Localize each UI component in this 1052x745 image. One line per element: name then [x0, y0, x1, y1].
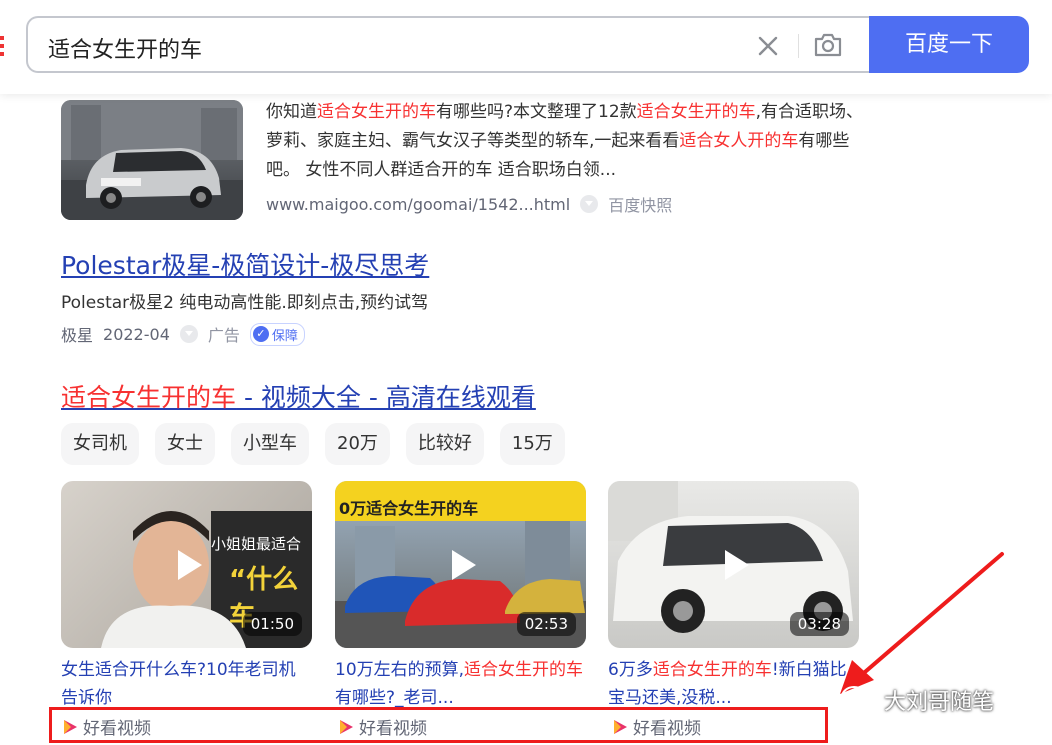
video-duration: 01:50 — [242, 612, 302, 636]
ad-source: 极星 — [61, 326, 94, 345]
tag-chip[interactable]: 15万 — [499, 423, 565, 465]
snippet-text: 你知道 — [266, 102, 317, 122]
divider — [798, 34, 799, 58]
watermark-text: 大刘哥随笔 — [884, 690, 995, 715]
video-section-title[interactable]: 适合女生开的车 - 视频大全 - 高清在线观看 — [61, 378, 536, 414]
result-url[interactable]: www.maigoo.com/goomai/1542...html — [266, 195, 570, 214]
watermark: 大刘哥随笔 — [840, 684, 994, 716]
video-title-highlight: 适合女生开的车 — [61, 383, 237, 412]
tag-chip[interactable]: 比较好 — [405, 423, 484, 465]
ad-meta: 极星 2022-04 广告 ✓ 保障 — [61, 322, 305, 346]
video-caption[interactable]: 6万多适合女生开的车!新白猫比宝马还美,没税... — [608, 656, 859, 712]
caption-highlight: 适合女生开的车 — [464, 660, 584, 680]
ad-label: 广告 — [207, 326, 240, 345]
video-card[interactable]: 小姐姐最适合 “什么车 01:50 女生适合开什么车?10年老司机告诉你 — [61, 481, 312, 712]
dropdown-icon[interactable] — [179, 325, 198, 343]
ad-title-link[interactable]: Polestar极星-极简设计-极尽思考 — [61, 246, 429, 282]
caption-text: 女生适合开什么车?10年老司机告诉你 — [61, 660, 296, 708]
search-input[interactable]: 适合女生开的车 — [26, 16, 874, 73]
tag-list: 女司机 女士 小型车 20万 比较好 15万 — [61, 423, 565, 465]
badge-label: 保障 — [271, 328, 298, 344]
wechat-icon — [841, 686, 875, 713]
search-button[interactable]: 百度一下 — [869, 16, 1029, 73]
result-thumbnail[interactable] — [61, 100, 243, 220]
play-icon[interactable] — [166, 544, 208, 586]
ad-description: Polestar极星2 纯电动高性能.即刻点击,预约试驾 — [61, 293, 429, 313]
caption-text: 6万多 — [608, 660, 653, 680]
video-thumbnail[interactable]: 0万适合女生开的车 02:53 — [335, 481, 586, 648]
snippet-highlight: 适合女生开的车 — [636, 102, 756, 122]
snippet-text: 有哪些吗?本文整理了12款 — [436, 102, 637, 122]
annotation-arrow — [840, 552, 1004, 694]
search-header: 适合女生开的车 百度一下 — [0, 0, 1052, 94]
result-source: www.maigoo.com/goomai/1542...html 百度快照 — [266, 192, 672, 216]
baidu-logo-fragment[interactable] — [0, 36, 6, 58]
snippet-highlight: 适合女生开的车 — [317, 102, 436, 122]
video-caption[interactable]: 女生适合开什么车?10年老司机告诉你 — [61, 656, 312, 712]
tag-chip[interactable]: 女司机 — [61, 423, 139, 465]
tag-chip[interactable]: 小型车 — [231, 423, 309, 465]
video-card[interactable]: 0万适合女生开的车 02:53 10万左右的预算,适合女生开的车有哪些?_老司.… — [335, 481, 586, 712]
ad-date: 2022-04 — [103, 324, 170, 344]
caption-text: 10万左右的预算, — [335, 660, 465, 680]
annotation-box — [49, 707, 828, 743]
caption-highlight: 适合女生开的车 — [652, 660, 772, 680]
play-icon[interactable] — [440, 544, 482, 586]
result-snippet: 你知道适合女生开的车有哪些吗?本文整理了12款适合女生开的车,有合适职场、萝莉、… — [266, 98, 866, 185]
video-duration: 02:53 — [516, 612, 576, 636]
tag-chip[interactable]: 女士 — [155, 423, 215, 465]
video-thumbnail[interactable]: 03:28 — [608, 481, 859, 648]
search-query-text[interactable]: 适合女生开的车 — [48, 32, 202, 64]
snapshot-link[interactable]: 百度快照 — [608, 192, 672, 216]
play-icon[interactable] — [713, 544, 755, 586]
clear-icon[interactable] — [754, 32, 782, 60]
guarantee-badge[interactable]: ✓ 保障 — [249, 322, 305, 346]
video-thumbnail[interactable]: 小姐姐最适合 “什么车 01:50 — [61, 481, 312, 648]
video-overlay-text: 小姐姐最适合 — [211, 535, 302, 553]
caption-text: 有哪些?_老司... — [335, 688, 454, 708]
tag-chip[interactable]: 20万 — [325, 423, 390, 465]
check-icon: ✓ — [252, 326, 269, 342]
snippet-highlight: 适合女人开的车 — [679, 131, 799, 151]
video-title-rest: - 视频大全 - 高清在线观看 — [236, 383, 536, 412]
video-card[interactable]: 03:28 6万多适合女生开的车!新白猫比宝马还美,没税... — [608, 481, 859, 712]
dropdown-icon[interactable] — [580, 195, 599, 213]
camera-icon[interactable] — [812, 30, 844, 60]
video-overlay-text: 0万适合女生开的车 — [339, 499, 479, 518]
video-caption[interactable]: 10万左右的预算,适合女生开的车有哪些?_老司... — [335, 656, 586, 712]
